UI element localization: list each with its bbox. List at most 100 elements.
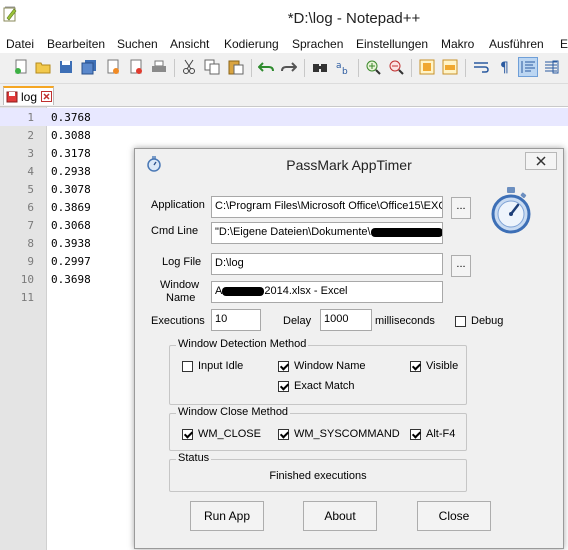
zoom-in-icon[interactable] — [364, 58, 382, 76]
logfile-browse-button[interactable]: ... — [451, 255, 471, 277]
line-number: 10 — [20, 273, 34, 286]
line-number: 5 — [27, 183, 34, 196]
wm-syscommand-label: WM_SYSCOMMAND — [294, 428, 400, 440]
delay-label: Delay — [283, 315, 312, 327]
window-name-suffix: .xlsx - Excel — [288, 285, 348, 297]
window-name-checkbox[interactable]: Window Name — [278, 360, 366, 372]
menu-kodierung[interactable]: Kodierung — [224, 37, 279, 51]
window-name-label-2: Name — [166, 292, 196, 304]
close-button[interactable]: Close — [417, 501, 491, 531]
status-group: Status Finished executions — [169, 452, 467, 492]
save-all-icon[interactable] — [80, 58, 98, 76]
logfile-field[interactable]: D:\log — [211, 253, 443, 275]
debug-checkbox[interactable]: Debug — [455, 315, 503, 327]
window-name-prefix: A — [215, 285, 223, 297]
toolbar: ab ¶ — [0, 53, 568, 84]
application-label: Application — [151, 199, 205, 211]
line-text: 0.3768 — [51, 111, 91, 124]
cmdline-field[interactable]: "D:\Eigene Dateien\Dokumente\ — [211, 222, 443, 244]
menu-sprachen[interactable]: Sprachen — [292, 37, 343, 51]
line-number: 7 — [27, 219, 34, 232]
line-number: 6 — [27, 201, 34, 214]
application-browse-button[interactable]: ... — [451, 197, 471, 219]
undo-icon[interactable] — [257, 58, 275, 76]
open-file-icon[interactable] — [34, 58, 52, 76]
executions-field[interactable]: 10 — [211, 309, 261, 331]
indent-guide-icon[interactable] — [518, 57, 538, 77]
exact-match-checkbox[interactable]: Exact Match — [278, 380, 355, 392]
line-text: 0.3698 — [51, 273, 91, 286]
line-text: 0.3869 — [51, 201, 91, 214]
svg-text:a: a — [336, 61, 342, 71]
svg-text:¶: ¶ — [500, 60, 509, 75]
window-name-label-1: Window — [160, 279, 200, 291]
line-number: 2 — [27, 129, 34, 142]
paste-icon[interactable] — [227, 58, 245, 76]
delay-field[interactable]: 1000 — [320, 309, 372, 331]
milliseconds-label: milliseconds — [375, 315, 435, 327]
editor-line[interactable]: 1 0.3768 — [0, 108, 568, 126]
alt-f4-checkbox[interactable]: Alt-F4 — [410, 428, 455, 440]
show-all-chars-icon[interactable]: ¶ — [496, 58, 514, 76]
window-name-mid: 2014 — [264, 285, 289, 297]
sync-vertical-icon[interactable] — [418, 58, 436, 76]
line-text: 0.2997 — [51, 255, 91, 268]
window-detection-title: Window Detection Method — [176, 338, 309, 350]
tab-label: log — [21, 90, 38, 104]
print-icon[interactable] — [150, 58, 168, 76]
copy-icon[interactable] — [203, 58, 221, 76]
status-title: Status — [176, 452, 212, 464]
window-detection-group: Window Detection Method Input Idle Windo… — [169, 338, 467, 405]
zoom-out-icon[interactable] — [387, 58, 405, 76]
line-number: 8 — [27, 237, 34, 250]
about-button[interactable]: About — [303, 501, 377, 531]
menu-ausfuehren[interactable]: Ausführen — [489, 37, 544, 51]
close-all-icon[interactable] — [127, 58, 145, 76]
redo-icon[interactable] — [280, 58, 298, 76]
wm-close-label: WM_CLOSE — [198, 428, 261, 440]
cmdline-value: "D:\Eigene Dateien\Dokumente\ — [215, 226, 371, 238]
line-text: 0.3088 — [51, 129, 91, 142]
redaction-mark — [222, 286, 265, 296]
wm-syscommand-checkbox[interactable]: WM_SYSCOMMAND — [278, 428, 400, 440]
line-text: 0.3068 — [51, 219, 91, 232]
line-number: 9 — [27, 255, 34, 268]
menu-makro[interactable]: Makro — [441, 37, 474, 51]
application-field[interactable]: C:\Program Files\Microsoft Office\Office… — [211, 196, 443, 218]
menu-bearbeiten[interactable]: Bearbeiten — [47, 37, 105, 51]
menu-bar: Datei Bearbeiten Suchen Ansicht Kodierun… — [0, 35, 568, 53]
line-text: 0.3938 — [51, 237, 91, 250]
tab-log[interactable]: log — [3, 86, 54, 105]
find-icon[interactable] — [311, 58, 329, 76]
editor-line[interactable]: 2 0.3088 — [0, 126, 568, 144]
line-number: 3 — [27, 147, 34, 160]
close-file-icon[interactable] — [104, 58, 122, 76]
svg-text:b: b — [342, 67, 348, 75]
tab-close-icon[interactable] — [41, 91, 52, 105]
menu-datei[interactable]: Datei — [6, 37, 34, 51]
line-text: 0.2938 — [51, 165, 91, 178]
line-text: 0.3178 — [51, 147, 91, 160]
window-name-check-label: Window Name — [294, 360, 366, 372]
run-app-button[interactable]: Run App — [190, 501, 264, 531]
menu-einstellungen[interactable]: Einstellungen — [356, 37, 428, 51]
wm-close-checkbox[interactable]: WM_CLOSE — [182, 428, 261, 440]
doc-map-icon[interactable] — [542, 58, 560, 76]
exact-match-label: Exact Match — [294, 380, 355, 392]
visible-checkbox[interactable]: Visible — [410, 360, 458, 372]
word-wrap-icon[interactable] — [472, 58, 490, 76]
replace-icon[interactable]: ab — [334, 58, 352, 76]
menu-ansicht[interactable]: Ansicht — [170, 37, 209, 51]
menu-truncated[interactable]: E — [560, 37, 568, 51]
window-name-field[interactable]: A 2014.xlsx - Excel — [211, 281, 443, 303]
input-idle-checkbox[interactable]: Input Idle — [182, 360, 243, 372]
new-file-icon[interactable] — [12, 58, 30, 76]
cut-icon[interactable] — [180, 58, 198, 76]
apptimer-dialog: PassMark AppTimer Application C:\Program… — [134, 148, 564, 549]
line-number: 4 — [27, 165, 34, 178]
save-icon[interactable] — [57, 58, 75, 76]
sync-horizontal-icon[interactable] — [441, 58, 459, 76]
window-close-title: Window Close Method — [176, 406, 291, 418]
tab-bar: log — [0, 84, 568, 107]
menu-suchen[interactable]: Suchen — [117, 37, 158, 51]
